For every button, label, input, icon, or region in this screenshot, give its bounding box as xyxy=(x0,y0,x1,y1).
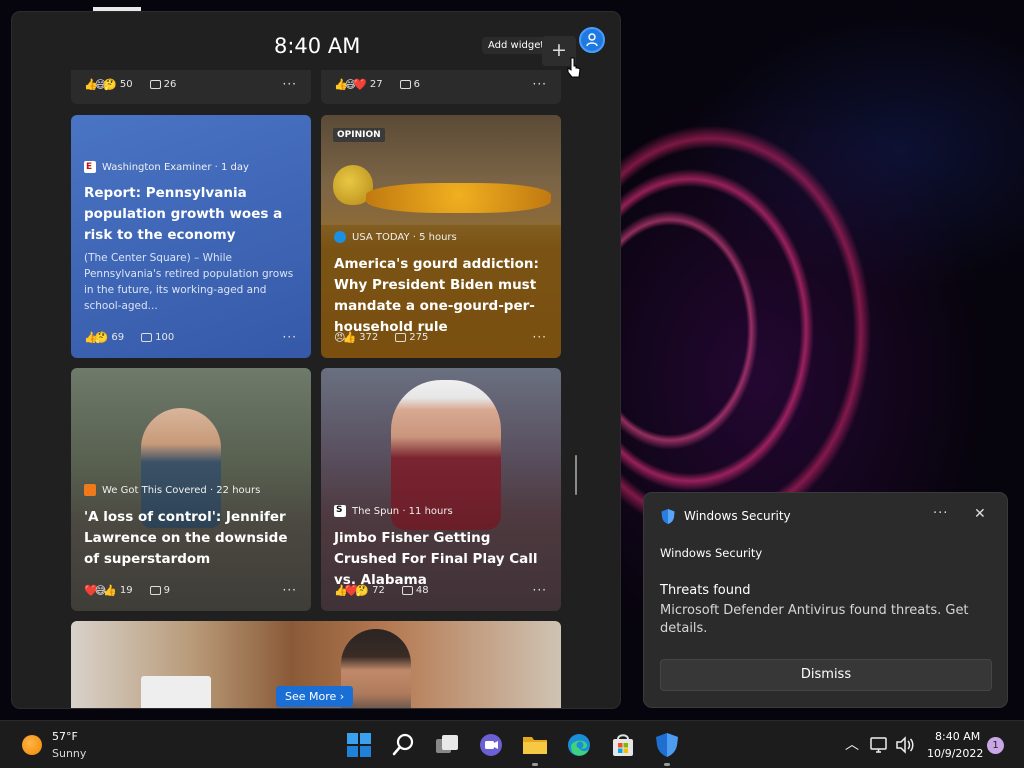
news-feed[interactable]: 👍😅🤔 50 26 ··· 👍😅❤️ 27 6 ··· E Washington… xyxy=(71,70,561,708)
comment-count: 275 xyxy=(409,332,429,343)
mouse-pointer-icon xyxy=(567,57,581,78)
weather-condition[interactable]: Sunny xyxy=(52,747,86,760)
windows-security-icon[interactable] xyxy=(653,731,681,759)
reaction-count[interactable]: 69 xyxy=(111,332,124,343)
washington-examiner-logo-icon: E xyxy=(84,161,96,173)
dismiss-button[interactable]: Dismiss xyxy=(660,659,992,691)
show-hidden-icons-chevron-icon[interactable]: ︿ xyxy=(845,734,859,754)
notification-center-badge[interactable]: 1 xyxy=(987,737,1004,754)
card-more-button[interactable]: ··· xyxy=(283,583,297,597)
search-icon[interactable] xyxy=(390,731,418,759)
taskbar-date[interactable]: 10/9/2022 xyxy=(927,747,983,760)
comment-icon xyxy=(141,333,153,342)
feed-scrollbar[interactable] xyxy=(575,455,577,495)
news-card-partial[interactable]: 👍😅🤔 50 26 ··· xyxy=(71,70,311,104)
reaction-emojis: 👍😅🤔 xyxy=(84,78,117,91)
notification-more-button[interactable]: ··· xyxy=(933,506,948,521)
notification-title: Threats found xyxy=(660,583,751,598)
card-more-button[interactable]: ··· xyxy=(533,330,547,344)
notification-subtitle: Windows Security xyxy=(660,546,763,560)
comment-count: 6 xyxy=(413,79,420,90)
taskbar: 57°F Sunny ︿ 8:40 AM 10/9/2022 1 xyxy=(0,720,1024,768)
sun-icon[interactable] xyxy=(22,735,42,755)
comment-count: 100 xyxy=(155,332,175,343)
comment-icon xyxy=(401,586,413,595)
reaction-emojis: 👍🤔 xyxy=(84,331,108,344)
comment-icon xyxy=(395,333,407,342)
news-card[interactable]: E Washington Examiner · 1 day Report: Pe… xyxy=(71,115,311,358)
card-headline[interactable]: America's gourd addiction: Why President… xyxy=(334,254,550,338)
network-icon[interactable] xyxy=(868,734,890,756)
task-view-icon[interactable] xyxy=(433,731,461,759)
notification-body: Microsoft Defender Antivirus found threa… xyxy=(660,603,969,636)
file-explorer-icon[interactable] xyxy=(521,731,549,759)
windows-start-icon[interactable] xyxy=(345,731,373,759)
card-image xyxy=(141,676,211,708)
card-more-button[interactable]: ··· xyxy=(283,330,297,344)
card-more-button[interactable]: ··· xyxy=(283,77,297,91)
card-headline[interactable]: Report: Pennsylvania population growth w… xyxy=(84,183,300,246)
see-more-button[interactable]: See More › xyxy=(276,686,354,707)
reaction-count: 50 xyxy=(119,79,133,90)
comment-icon xyxy=(149,80,161,89)
card-source: USA TODAY · 5 hours xyxy=(352,231,457,243)
card-source: The Spun · 11 hours xyxy=(352,505,453,517)
we-got-this-covered-logo-icon xyxy=(84,484,96,496)
windows-security-shield-icon xyxy=(661,509,675,524)
news-card[interactable]: OPINION USA TODAY · 5 hours America's go… xyxy=(321,115,561,358)
the-spun-logo-icon: S xyxy=(334,505,346,517)
taskbar-clock[interactable]: 8:40 AM xyxy=(935,730,980,743)
reaction-count[interactable]: 372 xyxy=(359,332,378,343)
card-source: Washington Examiner · 1 day xyxy=(102,161,249,173)
reaction-emojis: 👍😅❤️ xyxy=(334,78,367,91)
comment-count: 48 xyxy=(415,585,429,596)
reaction-emojis: 😠👍 xyxy=(334,331,356,344)
edge-browser-icon[interactable] xyxy=(565,731,593,759)
notification-close-button[interactable]: ✕ xyxy=(974,506,986,522)
comment-count: 26 xyxy=(163,79,177,90)
comment-icon xyxy=(399,80,411,89)
card-more-button[interactable]: ··· xyxy=(533,583,547,597)
card-more-button[interactable]: ··· xyxy=(533,77,547,91)
comment-count: 9 xyxy=(163,585,170,596)
widgets-panel: 8:40 AM Add widgets + 👍😅🤔 50 26 ··· 👍😅❤️ xyxy=(12,12,620,708)
user-icon xyxy=(586,33,598,47)
reaction-count[interactable]: 72 xyxy=(372,585,385,596)
opinion-badge: OPINION xyxy=(333,128,385,142)
card-headline[interactable]: 'A loss of control': Jennifer Lawrence o… xyxy=(84,507,300,570)
reaction-emojis: ❤️😅👍 xyxy=(84,584,117,597)
news-card[interactable]: S The Spun · 11 hours Jimbo Fisher Getti… xyxy=(321,368,561,611)
usa-today-logo-icon xyxy=(334,231,346,243)
reaction-count[interactable]: 19 xyxy=(120,585,133,596)
reaction-emojis: 👍❤️🤔 xyxy=(334,584,369,597)
reaction-count: 27 xyxy=(369,79,383,90)
microsoft-store-icon[interactable] xyxy=(609,731,637,759)
chat-icon[interactable] xyxy=(477,731,505,759)
weather-temperature[interactable]: 57°F xyxy=(52,730,78,743)
card-summary: (The Center Square) – While Pennsylvania… xyxy=(84,252,294,312)
volume-icon[interactable] xyxy=(894,734,916,756)
file-explorer-running-indicator xyxy=(532,763,538,766)
comment-icon xyxy=(149,586,161,595)
widgets-clock: 8:40 AM xyxy=(274,34,361,58)
news-card-partial[interactable]: 👍😅❤️ 27 6 ··· xyxy=(321,70,561,104)
news-card[interactable]: We Got This Covered · 22 hours 'A loss o… xyxy=(71,368,311,611)
card-source: We Got This Covered · 22 hours xyxy=(102,484,261,496)
profile-avatar[interactable] xyxy=(579,27,605,53)
card-headline[interactable]: Jimbo Fisher Getting Crushed For Final P… xyxy=(334,528,550,591)
notification-app-name: Windows Security xyxy=(684,509,791,523)
windows-security-notification[interactable]: Windows Security ··· ✕ Windows Security … xyxy=(644,493,1007,707)
windows-security-running-indicator xyxy=(664,763,670,766)
widgets-header: 8:40 AM Add widgets + xyxy=(12,12,620,78)
